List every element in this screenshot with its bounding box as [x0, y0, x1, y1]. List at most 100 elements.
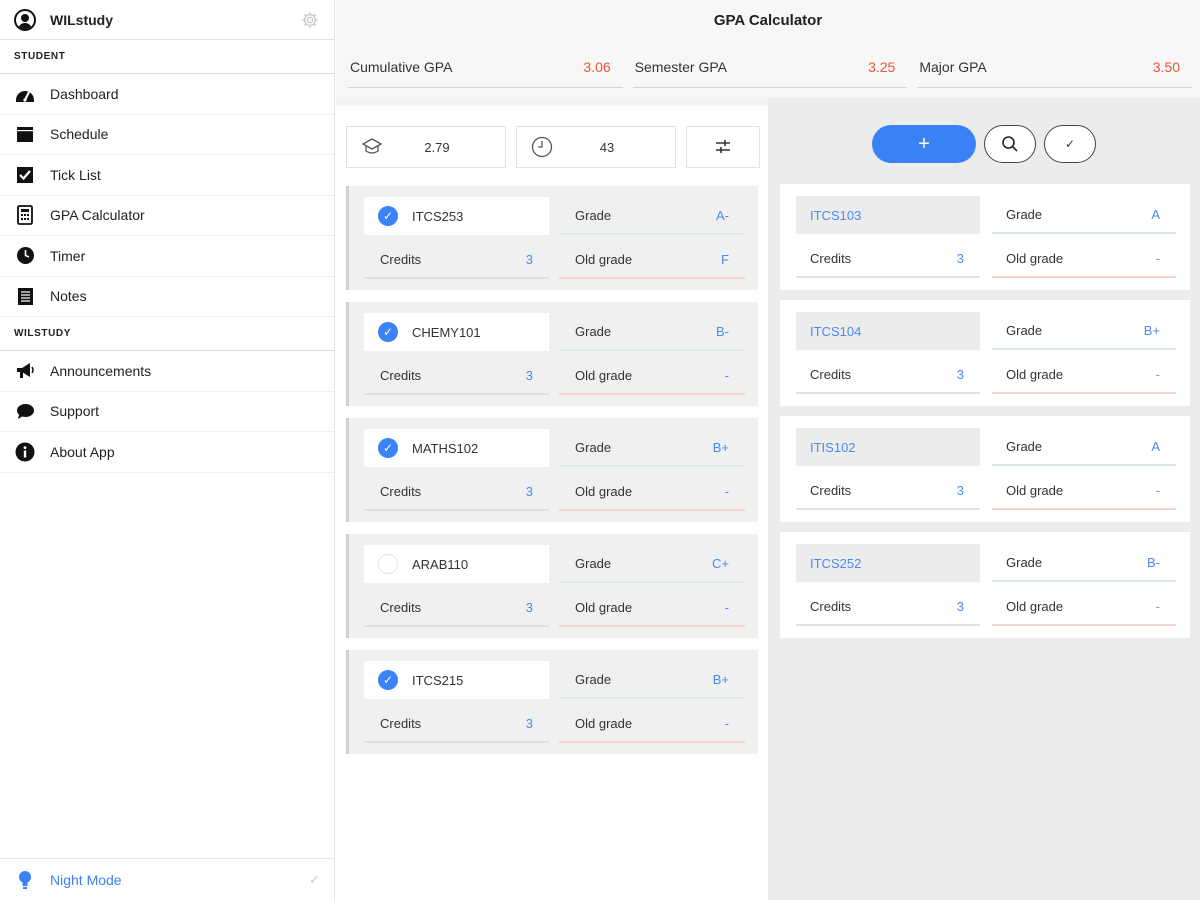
grade-field[interactable]: Grade B-	[559, 313, 745, 351]
old-grade-label: Old grade	[1006, 482, 1064, 498]
grade-field[interactable]: Grade A-	[559, 197, 745, 235]
settings-sliders-button[interactable]	[686, 126, 760, 168]
credits-value: 3	[525, 483, 533, 499]
gpa-label: Cumulative GPA	[350, 58, 453, 75]
confirm-button[interactable]: ✓	[1044, 125, 1096, 163]
old-grade-value: -	[724, 483, 729, 499]
grade-field[interactable]: Grade B+	[559, 429, 745, 467]
course-name-field[interactable]: ✓ ARAB110	[364, 545, 549, 583]
avatar-icon[interactable]	[14, 8, 36, 31]
old-grade-value: -	[1155, 482, 1160, 498]
credits-field[interactable]: Credits 3	[796, 240, 980, 278]
gear-icon[interactable]	[300, 10, 320, 30]
credits-field[interactable]: Credits 3	[364, 357, 549, 395]
course-name-field[interactable]: ✓ MATHS102	[364, 429, 549, 467]
course-name-field[interactable]: ✓ CHEMY101	[364, 313, 549, 351]
old-grade-field[interactable]: Old grade -	[992, 472, 1176, 510]
credits-field[interactable]: Credits 3	[364, 705, 549, 743]
gpa-major: Major GPA 3.50	[917, 46, 1193, 88]
old-grade-label: Old grade	[1006, 366, 1064, 382]
grade-field[interactable]: Grade B+	[559, 661, 745, 699]
sidebar-item-label: Support	[50, 403, 100, 420]
sidebar-item-timer[interactable]: Timer	[0, 236, 334, 277]
credits-label: Credits	[380, 251, 422, 267]
planned-course-list: ITCS103 Grade A Credits 3 Old grade - ITCS1…	[780, 184, 1190, 648]
old-grade-label: Old grade	[575, 367, 633, 383]
notes-icon	[14, 285, 36, 307]
credits-field[interactable]: Credits 3	[364, 473, 549, 511]
course-checkbox[interactable]: ✓	[378, 438, 398, 458]
old-grade-field[interactable]: Old grade -	[559, 589, 745, 627]
grade-field[interactable]: Grade A	[992, 196, 1176, 234]
course-checkbox[interactable]: ✓	[378, 670, 398, 690]
gpa-cumulative: Cumulative GPA 3.06	[348, 46, 623, 88]
credits-field[interactable]: Credits 3	[796, 588, 980, 626]
course-name-field[interactable]: ITCS104	[796, 312, 980, 350]
grade-label: Grade	[575, 671, 612, 687]
night-mode-label: Night Mode	[50, 871, 122, 888]
old-grade-label: Old grade	[575, 599, 633, 615]
sidebar-item-notes[interactable]: Notes	[0, 277, 334, 317]
credits-label: Credits	[810, 250, 852, 266]
search-button[interactable]	[984, 125, 1036, 163]
sidebar-item-schedule[interactable]: Schedule	[0, 115, 334, 155]
previous-gpa-field[interactable]: 2.79	[346, 126, 506, 168]
grade-field[interactable]: Grade A	[992, 428, 1176, 466]
course-card: ✓ ITCS215 Grade B+ Credits 3 Old grade -	[346, 650, 758, 754]
sidebar-item-about-app[interactable]: About App	[0, 432, 334, 473]
grade-field[interactable]: Grade B+	[992, 312, 1176, 350]
checkbox-icon	[14, 164, 36, 186]
sidebar-item-announcements[interactable]: Announcements	[0, 351, 334, 392]
course-name-field[interactable]: ITCS252	[796, 544, 980, 582]
old-grade-field[interactable]: Old grade -	[559, 357, 745, 395]
gpa-label: Major GPA	[919, 58, 987, 75]
action-bar: + ✓	[872, 125, 1096, 163]
old-grade-field[interactable]: Old grade -	[992, 240, 1176, 278]
old-grade-value: -	[1155, 598, 1160, 614]
credits-field[interactable]: Credits 3	[364, 589, 549, 627]
course-name-field[interactable]: ITIS102	[796, 428, 980, 466]
grade-value: B-	[716, 323, 729, 339]
gpa-label: Semester GPA	[634, 58, 727, 75]
night-mode-toggle[interactable]: Night Mode ✓	[0, 858, 334, 900]
sidebar-item-label: Dashboard	[50, 85, 119, 102]
old-grade-field[interactable]: Old grade -	[992, 356, 1176, 394]
old-grade-field[interactable]: Old grade F	[559, 241, 745, 279]
sidebar-item-tick-list[interactable]: Tick List	[0, 155, 334, 196]
course-checkbox[interactable]: ✓	[378, 322, 398, 342]
previous-gpa-value: 2.79	[424, 139, 450, 155]
sidebar-item-label: GPA Calculator	[50, 207, 145, 224]
old-grade-field[interactable]: Old grade -	[559, 473, 745, 511]
course-checkbox[interactable]: ✓	[378, 206, 398, 226]
credits-field[interactable]: Credits 3	[796, 472, 980, 510]
previous-hours-field[interactable]: 43	[516, 126, 676, 168]
sidebar: WILstudy STUDENT Dashboard Schedule Tick…	[0, 0, 335, 900]
course-name-field[interactable]: ITCS103	[796, 196, 980, 234]
sidebar-item-support[interactable]: Support	[0, 392, 334, 432]
credits-label: Credits	[810, 366, 852, 382]
add-course-button[interactable]: +	[872, 125, 976, 163]
grade-field[interactable]: Grade B-	[992, 544, 1176, 582]
course-checkbox[interactable]: ✓	[378, 554, 398, 574]
sidebar-item-dashboard[interactable]: Dashboard	[0, 74, 334, 115]
old-grade-field[interactable]: Old grade -	[559, 705, 745, 743]
credits-field[interactable]: Credits 3	[796, 356, 980, 394]
sidebar-item-label: About App	[50, 443, 115, 460]
course-name-field[interactable]: ✓ ITCS253	[364, 197, 549, 235]
grade-label: Grade	[575, 323, 612, 339]
grade-field[interactable]: Grade C+	[559, 545, 745, 583]
old-grade-label: Old grade	[575, 715, 633, 731]
calendar-icon	[14, 123, 36, 145]
clock-icon	[14, 245, 36, 267]
sidebar-item-gpa-calculator[interactable]: GPA Calculator	[0, 196, 334, 236]
course-name-field[interactable]: ✓ ITCS215	[364, 661, 549, 699]
checkmark-icon: ✓	[309, 871, 320, 887]
old-grade-field[interactable]: Old grade -	[992, 588, 1176, 626]
sidebar-item-label: Schedule	[50, 126, 109, 143]
app-name: WILstudy	[50, 11, 113, 28]
credits-field[interactable]: Credits 3	[364, 241, 549, 279]
search-icon	[1002, 136, 1018, 152]
credits-value: 3	[525, 715, 533, 731]
credits-value: 3	[956, 366, 964, 382]
gpa-summary: Cumulative GPA 3.06 Semester GPA 3.25 Ma…	[336, 40, 1200, 98]
